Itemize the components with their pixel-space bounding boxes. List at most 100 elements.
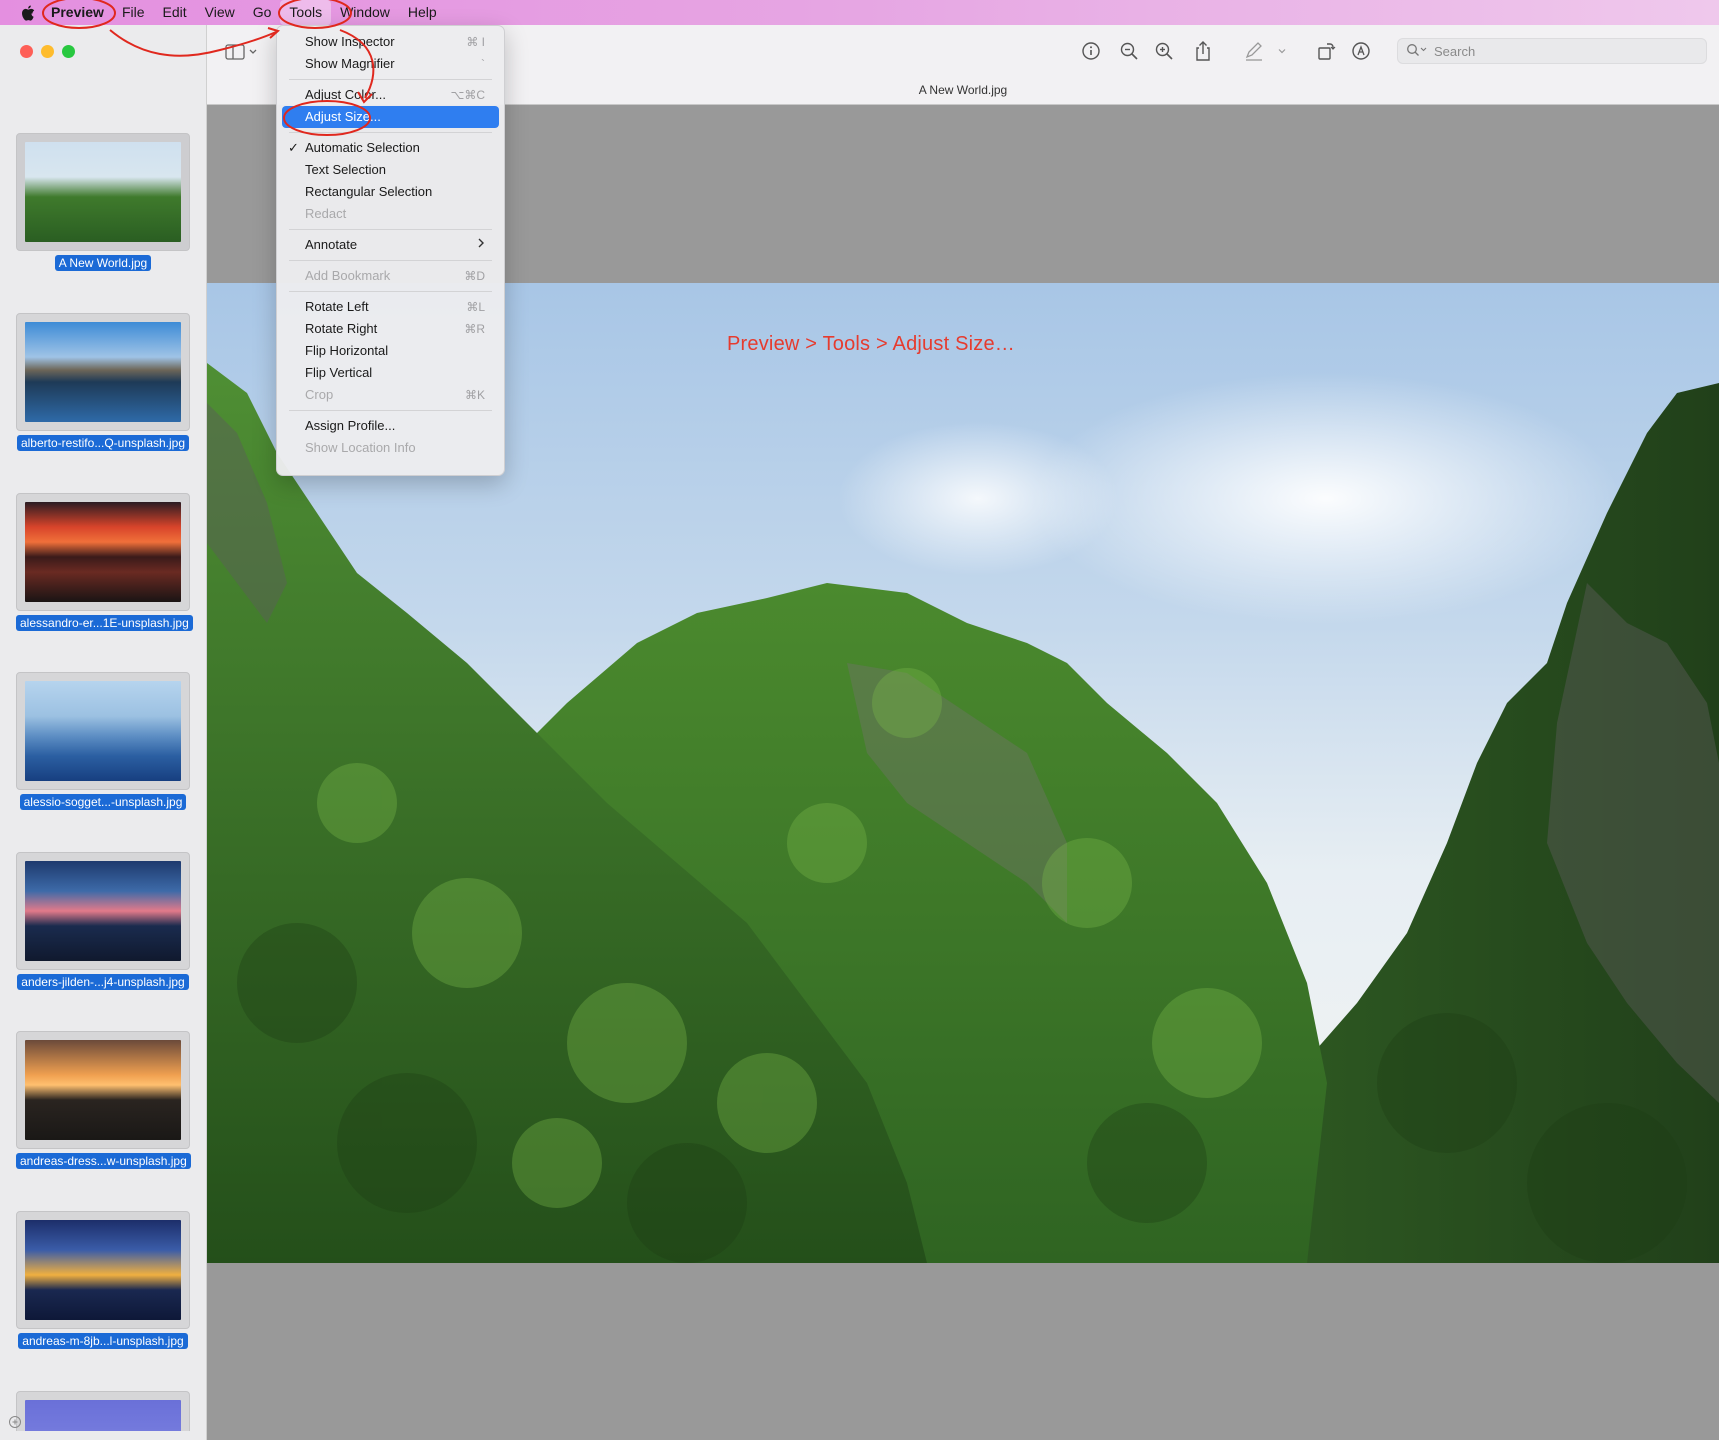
menu-item-label: Flip Horizontal (305, 343, 389, 358)
thumbnail-image (25, 142, 181, 242)
thumbnail-label: anders-jilden-...j4-unsplash.jpg (17, 974, 189, 990)
chevron-down-icon[interactable] (1270, 39, 1294, 63)
thumbnail-item[interactable]: alberto-restifo...Q-unsplash.jpg (16, 313, 190, 451)
search-placeholder: Search (1434, 43, 1476, 59)
thumbnail-image (25, 322, 181, 422)
menu-item-add-bookmark: Add Bookmark ⌘D (282, 265, 499, 287)
menu-view[interactable]: View (196, 0, 244, 25)
menu-separator (289, 291, 492, 292)
annotation-text: Preview > Tools > Adjust Size… (727, 333, 1015, 355)
thumbnail-frame (16, 313, 190, 431)
rotate-icon[interactable] (1314, 39, 1338, 63)
menu-item-label: Show Magnifier (305, 56, 395, 71)
menu-item-text-selection[interactable]: Text Selection (282, 159, 499, 181)
menu-item-automatic-selection[interactable]: ✓ Automatic Selection (282, 137, 499, 159)
menu-item-show-location-info: Show Location Info (282, 437, 499, 459)
info-icon[interactable] (1079, 39, 1103, 63)
menu-item-shortcut: ⌘R (464, 322, 485, 336)
menu-item-annotate[interactable]: Annotate (282, 234, 499, 256)
markup-icon[interactable] (1349, 39, 1373, 63)
menu-item-shortcut: ⌘ I (466, 35, 485, 49)
checkmark-icon: ✓ (288, 140, 299, 155)
close-button[interactable] (20, 45, 33, 58)
menu-item-redact: Redact (282, 203, 499, 225)
menu-item-crop: Crop ⌘K (282, 384, 499, 406)
markup-pen-icon[interactable] (1242, 39, 1266, 63)
menu-item-show-inspector[interactable]: Show Inspector ⌘ I (282, 31, 499, 53)
menu-item-adjust-size[interactable]: Adjust Size... (282, 106, 499, 128)
share-icon[interactable] (1191, 39, 1215, 63)
menu-item-rotate-right[interactable]: Rotate Right ⌘R (282, 318, 499, 340)
menu-item-adjust-color[interactable]: Adjust Color... ⌥⌘C (282, 84, 499, 106)
menu-item-label: Rotate Left (305, 299, 369, 314)
thumbnail-image (25, 1040, 181, 1140)
thumbnail-frame (16, 1391, 190, 1431)
zoom-out-icon[interactable] (1117, 39, 1141, 63)
thumbnail-item[interactable]: andreas-m-8jb...l-unsplash.jpg (16, 1211, 190, 1349)
thumbnail-frame (16, 1211, 190, 1329)
menu-item-label: Flip Vertical (305, 365, 373, 380)
apple-menu-icon[interactable] (14, 5, 42, 21)
thumbnail-label: alessio-sogget...-unsplash.jpg (19, 794, 187, 810)
preview-window: A New World.jpg alberto-restifo...Q-unsp… (0, 25, 1719, 1440)
menu-item-label: Show Location Info (305, 440, 416, 455)
thumbnail-frame (16, 493, 190, 611)
thumbnail-image (25, 1400, 181, 1431)
thumbnail-label: alessandro-er...1E-unsplash.jpg (16, 615, 193, 631)
search-field[interactable]: Search (1397, 38, 1707, 64)
thumbnail-label: A New World.jpg (54, 255, 152, 271)
thumbnail-image (25, 681, 181, 781)
thumbnail-image (25, 861, 181, 961)
add-icon[interactable] (8, 1415, 22, 1432)
menu-item-label: Adjust Size... (305, 109, 381, 124)
zoom-in-icon[interactable] (1152, 39, 1176, 63)
menu-item-label: Show Inspector (305, 34, 395, 49)
thumbnail-item[interactable]: A New World.jpg (16, 133, 190, 271)
thumbnail-image (25, 502, 181, 602)
menu-item-label: Rotate Right (305, 321, 378, 336)
menu-item-label: Annotate (305, 237, 358, 252)
thumbnail-item[interactable] (16, 1391, 190, 1431)
thumbnail-image (25, 1220, 181, 1320)
menu-item-label: Add Bookmark (305, 268, 391, 283)
fullscreen-button[interactable] (62, 45, 75, 58)
thumbnail-label: alberto-restifo...Q-unsplash.jpg (16, 435, 190, 451)
menu-item-label: Automatic Selection (305, 140, 420, 155)
menu-separator (289, 410, 492, 411)
window-controls (20, 45, 75, 58)
menu-go[interactable]: Go (244, 0, 281, 25)
thumbnail-item[interactable]: andreas-dress...w-unsplash.jpg (16, 1031, 191, 1169)
menu-item-flip-horizontal[interactable]: Flip Horizontal (282, 340, 499, 362)
menu-item-label: Rectangular Selection (305, 184, 433, 199)
menu-window[interactable]: Window (331, 0, 399, 25)
thumbnail-item[interactable]: alessandro-er...1E-unsplash.jpg (16, 493, 193, 631)
menu-item-label: Adjust Color... (305, 87, 386, 102)
menu-item-label: Assign Profile... (305, 418, 396, 433)
menu-item-shortcut: ⌘K (464, 388, 485, 402)
menu-item-rotate-left[interactable]: Rotate Left ⌘L (282, 296, 499, 318)
minimize-button[interactable] (41, 45, 54, 58)
menu-help[interactable]: Help (399, 0, 446, 25)
menu-tools[interactable]: Tools (280, 0, 332, 25)
thumbnail-label: andreas-dress...w-unsplash.jpg (16, 1153, 191, 1169)
menu-separator (289, 79, 492, 80)
thumbnail-item[interactable]: anders-jilden-...j4-unsplash.jpg (16, 852, 190, 990)
menu-separator (289, 260, 492, 261)
menu-item-show-magnifier[interactable]: Show Magnifier ` (282, 53, 499, 75)
menu-item-shortcut: ⌘D (464, 269, 485, 283)
thumbnail-item[interactable]: alessio-sogget...-unsplash.jpg (16, 672, 190, 810)
thumbnail-frame (16, 852, 190, 970)
menu-item-rectangular-selection[interactable]: Rectangular Selection (282, 181, 499, 203)
thumbnail-sidebar: A New World.jpg alberto-restifo...Q-unsp… (0, 25, 207, 1440)
menu-edit[interactable]: Edit (154, 0, 196, 25)
menu-preview[interactable]: Preview (42, 0, 113, 25)
menu-item-label: Redact (305, 206, 347, 221)
menu-item-flip-vertical[interactable]: Flip Vertical (282, 362, 499, 384)
menu-file[interactable]: File (113, 0, 154, 25)
menu-bar: Preview File Edit View Go Tools Window H… (0, 0, 1719, 25)
sidebar-toggle-icon[interactable] (225, 43, 261, 61)
thumbnail-frame (16, 1031, 190, 1149)
chevron-right-icon (477, 234, 485, 256)
menu-item-assign-profile[interactable]: Assign Profile... (282, 415, 499, 437)
menu-item-shortcut: ⌘L (466, 300, 485, 314)
